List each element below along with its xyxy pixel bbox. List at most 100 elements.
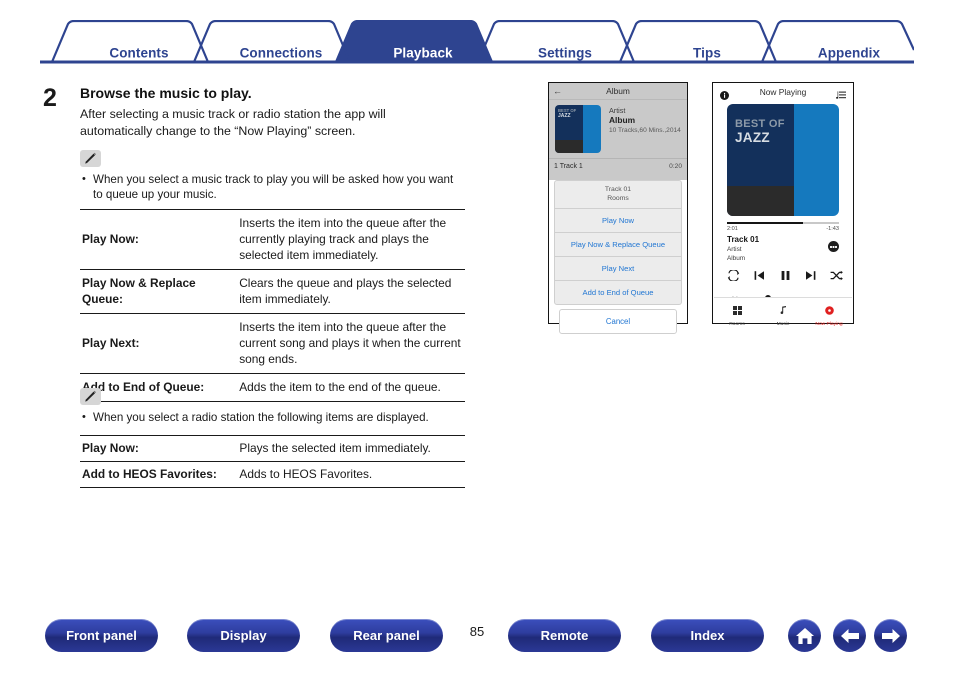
track-list-row[interactable]: 1 Track 1 0:20 [549, 158, 687, 175]
progress-bar[interactable] [727, 222, 839, 224]
option-key: Add to End of Queue: [80, 373, 238, 402]
tab-appendix[interactable]: Appendix [778, 46, 920, 61]
option-value: Inserts the item into the queue after th… [237, 209, 465, 270]
elapsed-time: 2:01 [727, 226, 738, 232]
footer-button-rear-panel[interactable]: Rear panel [330, 619, 443, 652]
pencil-icon [80, 150, 101, 167]
action-sheet-header-line1: Track 01 [604, 186, 632, 193]
sheet-bottom-spacer [549, 334, 687, 344]
now-playing-track: Track 01 [727, 235, 760, 244]
playback-controls [727, 269, 843, 285]
option-key: Play Now: [80, 435, 238, 462]
tab-settings[interactable]: Settings [494, 46, 636, 61]
options-table-radio: Play Now: Plays the selected item immedi… [80, 435, 465, 488]
album-screen-title: Album [606, 86, 630, 96]
step-title: Browse the music to play. [80, 85, 252, 101]
action-sheet: Track 01 Rooms Play Now Play Now & Repla… [554, 180, 682, 335]
options-table-music: Play Now: Inserts the item into the queu… [80, 209, 465, 402]
action-add-to-end[interactable]: Add to End of Queue [555, 281, 681, 304]
track-name: 1 Track 1 [554, 163, 583, 170]
app-tab-now-playing[interactable]: Now Playing [806, 298, 852, 327]
back-arrow-icon[interactable] [833, 619, 866, 652]
app-tab-label: Now Playing [815, 321, 843, 327]
app-tab-label: Music [776, 321, 790, 327]
forward-arrow-icon[interactable] [874, 619, 907, 652]
music-note-icon [779, 306, 787, 317]
note-item-1: • When you select a music track to play … [82, 172, 459, 202]
note-text-1: When you select a music track to play yo… [93, 173, 454, 201]
table-row: Play Now: Inserts the item into the queu… [80, 209, 465, 270]
table-row: Add to HEOS Favorites: Adds to HEOS Favo… [80, 461, 465, 488]
option-key: Add to HEOS Favorites: [80, 461, 238, 488]
action-play-now-replace[interactable]: Play Now & Replace Queue [555, 233, 681, 258]
step-body: After selecting a music track or radio s… [80, 107, 386, 138]
note-text-2: When you select a radio station the foll… [93, 411, 429, 424]
action-cancel[interactable]: Cancel [559, 309, 677, 335]
more-options-icon[interactable] [828, 241, 839, 252]
app-bottom-tabbar[interactable]: Rooms Music Now Playing [714, 297, 852, 327]
pencil-icon [80, 388, 101, 405]
album-art-line1: BEST OF [735, 118, 785, 130]
option-value: Clears the queue and plays the selected … [237, 269, 465, 314]
note-item-2: • When you select a radio station the fo… [82, 410, 459, 425]
album-screen-header: ← Album [549, 83, 687, 100]
table-row: Play Now & Replace Queue: Clears the que… [80, 269, 465, 314]
now-playing-artist: Artist [727, 246, 742, 253]
queue-list-icon[interactable] [835, 87, 846, 105]
option-value: Inserts the item into the queue after th… [237, 313, 465, 374]
footer-button-remote[interactable]: Remote [508, 619, 621, 652]
track-time: 0:20 [669, 163, 682, 170]
option-value: Adds the item to the end of the queue. [237, 373, 465, 402]
top-tab-bar[interactable]: Contents Connections Playback Settings T… [40, 20, 914, 64]
shuffle-icon[interactable] [830, 268, 843, 286]
now-playing-title: Now Playing [759, 87, 807, 97]
next-icon[interactable] [805, 268, 816, 286]
album-art-thumb: BEST OF JAZZ [555, 105, 601, 153]
now-playing-icon [824, 306, 834, 317]
action-play-next[interactable]: Play Next [555, 257, 681, 282]
now-playing-header: Now Playing [713, 83, 853, 100]
tab-contents[interactable]: Contents [68, 46, 210, 61]
home-icon[interactable] [788, 619, 821, 652]
action-sheet-header: Track 01 Rooms [555, 181, 681, 210]
album-art-line2: JAZZ [735, 130, 770, 145]
bullet-dot: • [82, 173, 86, 185]
action-sheet-header-line2: Rooms [607, 194, 629, 202]
option-key: Play Now & Replace Queue: [80, 269, 238, 314]
table-row: Play Now: Plays the selected item immedi… [80, 435, 465, 462]
table-row: Add to End of Queue: Adds the item to th… [80, 373, 465, 402]
album-art-large: BEST OF JAZZ [727, 104, 839, 216]
rooms-grid-icon [732, 306, 742, 317]
tab-tips[interactable]: Tips [636, 46, 778, 61]
phone-screenshot-now-playing: Now Playing BEST OF JAZZ 2:01 -1:43 Trac… [712, 82, 854, 327]
action-sheet-group: Track 01 Rooms Play Now Play Now & Repla… [554, 180, 682, 306]
option-key: Play Next: [80, 313, 238, 374]
table-row: Play Next: Inserts the item into the que… [80, 313, 465, 374]
tab-playback[interactable]: Playback [352, 46, 494, 61]
tab-connections[interactable]: Connections [210, 46, 352, 61]
album-art-line2: JAZZ [558, 113, 571, 119]
album-meta: Artist Album 10 Tracks,60 Mins.,2014 [609, 106, 681, 135]
album-name: Album [609, 115, 636, 125]
footer-button-display[interactable]: Display [187, 619, 300, 652]
repeat-icon[interactable] [727, 268, 740, 286]
step-number: 2 [43, 84, 57, 112]
option-key: Play Now: [80, 209, 238, 270]
pause-icon[interactable] [780, 268, 791, 286]
action-play-now[interactable]: Play Now [555, 209, 681, 234]
app-tab-rooms[interactable]: Rooms [714, 298, 760, 327]
previous-icon[interactable] [754, 268, 765, 286]
album-artist: Artist [609, 106, 626, 115]
remaining-time: -1:43 [826, 226, 839, 232]
option-value: Plays the selected item immediately. [237, 435, 465, 462]
footer-button-front-panel[interactable]: Front panel [45, 619, 158, 652]
app-tab-music[interactable]: Music [760, 298, 806, 327]
phone-screenshot-album: ← Album BEST OF JAZZ Artist Album 10 Tra… [548, 82, 688, 344]
footer-button-index[interactable]: Index [651, 619, 764, 652]
album-summary-row: BEST OF JAZZ Artist Album 10 Tracks,60 M… [549, 100, 687, 158]
page-number: 85 [469, 624, 485, 639]
now-playing-album: Album [727, 255, 746, 262]
album-info: 10 Tracks,60 Mins.,2014 [609, 127, 681, 134]
app-tab-label: Rooms [729, 321, 745, 327]
bullet-dot: • [82, 411, 86, 423]
